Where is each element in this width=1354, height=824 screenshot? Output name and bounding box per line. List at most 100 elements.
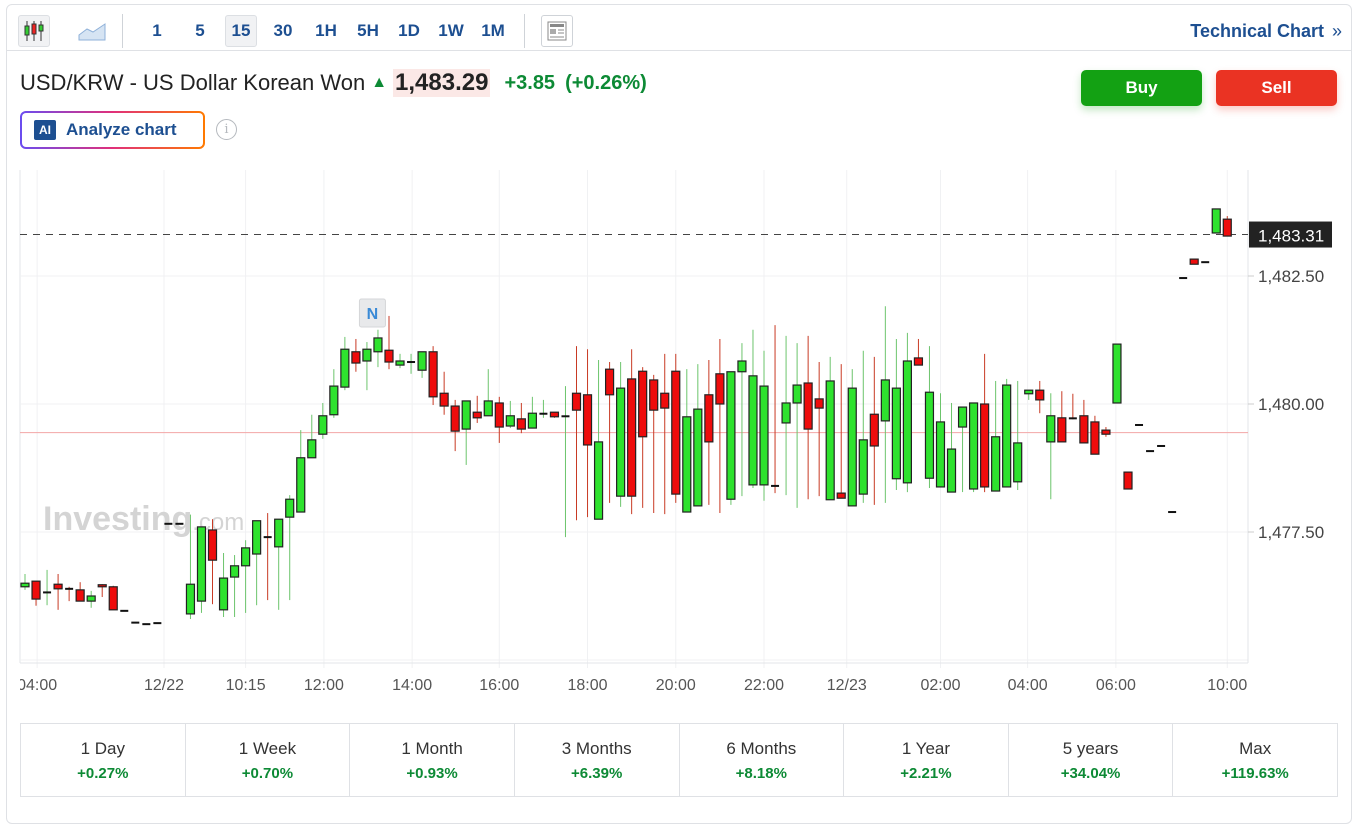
candles	[20, 208, 1232, 626]
candle-down	[75, 589, 85, 602]
x-tick-label: 20:00	[656, 677, 696, 694]
period-6-months[interactable]: 6 Months +8.18%	[680, 724, 845, 796]
candle-down	[472, 411, 482, 419]
period-label: 1 Year	[901, 738, 951, 758]
period-max[interactable]: Max +119.63%	[1173, 724, 1337, 796]
x-tick-label: 18:00	[568, 677, 608, 694]
candle-up	[1112, 343, 1122, 404]
candle-doji	[1168, 511, 1177, 514]
candle-doji	[1068, 417, 1077, 420]
candle-up	[417, 351, 427, 371]
period-label: 3 Months	[561, 738, 632, 758]
candle-up	[318, 415, 328, 435]
candle-down	[97, 584, 107, 588]
candle-up	[1211, 208, 1221, 234]
candle-up	[1046, 415, 1056, 443]
x-tick-label: 02:00	[920, 677, 960, 694]
candle-up	[902, 360, 913, 484]
x-tick-label: 14:00	[392, 677, 432, 694]
candle-doji	[120, 609, 129, 612]
candle-up	[616, 387, 626, 497]
candle-doji	[142, 623, 151, 626]
candle-doji	[65, 587, 74, 590]
period-1-year[interactable]: 1 Year +2.21%	[844, 724, 1009, 796]
period-change: +34.04%	[1060, 764, 1121, 782]
candle-up	[891, 387, 901, 480]
x-tick-label: 04:00	[17, 677, 57, 694]
candle-up	[737, 360, 747, 373]
candle-down	[207, 529, 218, 561]
candle-up	[252, 520, 262, 555]
candle-up	[847, 387, 857, 507]
period-1-month[interactable]: 1 Month +0.93%	[350, 724, 515, 796]
price-chart[interactable]: 04:00 12/22 10:15 12:00 14:00 16:00 18:00 20:00…	[0, 0, 1354, 720]
candle-up	[285, 498, 295, 518]
period-change: +119.63%	[1221, 764, 1289, 782]
period-change: +0.70%	[241, 764, 294, 782]
period-1-day[interactable]: 1 Day +0.27%	[21, 724, 186, 796]
candle-doji	[771, 484, 780, 487]
candle-up	[505, 415, 515, 427]
candle-up	[957, 406, 968, 428]
candle-down	[869, 413, 879, 447]
y-tick-label: 1,480.00	[1258, 395, 1324, 414]
candle-up	[726, 371, 736, 500]
candle-down	[549, 411, 560, 418]
y-tick-label: 1,477.50	[1258, 523, 1324, 542]
candle-down	[704, 394, 714, 443]
news-marker-label: N	[367, 306, 379, 323]
candle-up	[241, 547, 251, 567]
performance-periods: 1 Day +0.27% 1 Week +0.70% 1 Month +0.93% 3 Mo…	[20, 723, 1338, 797]
candle-down	[1035, 389, 1045, 401]
candle-doji	[263, 536, 272, 539]
candle-up	[373, 337, 383, 353]
candle-doji	[1135, 423, 1144, 426]
period-label: 1 Week	[238, 738, 297, 758]
candle-up	[748, 375, 758, 486]
period-label: 1 Day	[80, 738, 126, 758]
x-tick-label: 16:00	[479, 677, 519, 694]
period-label: 1 Month	[401, 738, 463, 758]
x-axis-labels: 04:00 12/22 10:15 12:00 14:00 16:00 18:00 20:00…	[17, 677, 1247, 694]
candle-down	[1222, 218, 1232, 237]
candle-down	[1189, 258, 1199, 265]
candle-up	[792, 384, 802, 404]
candle-up	[593, 441, 604, 520]
candle-up	[968, 402, 979, 490]
candle-doji	[164, 522, 173, 525]
period-5-years[interactable]: 5 years +34.04%	[1009, 724, 1174, 796]
x-tick-label: 06:00	[1096, 677, 1136, 694]
candle-down	[814, 398, 824, 409]
candle-up	[218, 577, 229, 611]
candle-up	[329, 385, 339, 416]
candle-down	[660, 392, 670, 409]
candle-doji	[1201, 261, 1210, 264]
period-1-week[interactable]: 1 Week +0.70%	[186, 724, 351, 796]
candle-up	[461, 400, 471, 430]
period-change: +8.18%	[735, 764, 787, 782]
candle-up	[825, 380, 835, 501]
candle-down	[582, 394, 593, 446]
y-tick-label: 1,482.50	[1258, 267, 1324, 286]
period-change: +2.21%	[900, 764, 952, 782]
candle-down	[31, 580, 41, 600]
x-tick-label: 12/22	[144, 677, 184, 694]
period-change: +0.27%	[77, 764, 129, 782]
candle-up	[274, 518, 284, 548]
candle-down	[627, 378, 637, 497]
period-label: Max	[1239, 738, 1272, 758]
candle-up	[340, 348, 350, 388]
candle-up	[362, 348, 372, 362]
candle-up	[682, 416, 692, 513]
candle-down	[604, 368, 615, 396]
candle-up	[483, 400, 493, 417]
period-3-months[interactable]: 3 Months +6.39%	[515, 724, 680, 796]
candle-doji	[539, 412, 548, 415]
candle-up	[781, 402, 791, 424]
candle-up	[924, 391, 935, 479]
candle-down	[1079, 415, 1089, 444]
candle-up	[759, 385, 769, 486]
period-change: +6.39%	[571, 764, 623, 782]
candle-doji	[43, 591, 52, 594]
watermark-brand: Investing	[43, 500, 192, 538]
